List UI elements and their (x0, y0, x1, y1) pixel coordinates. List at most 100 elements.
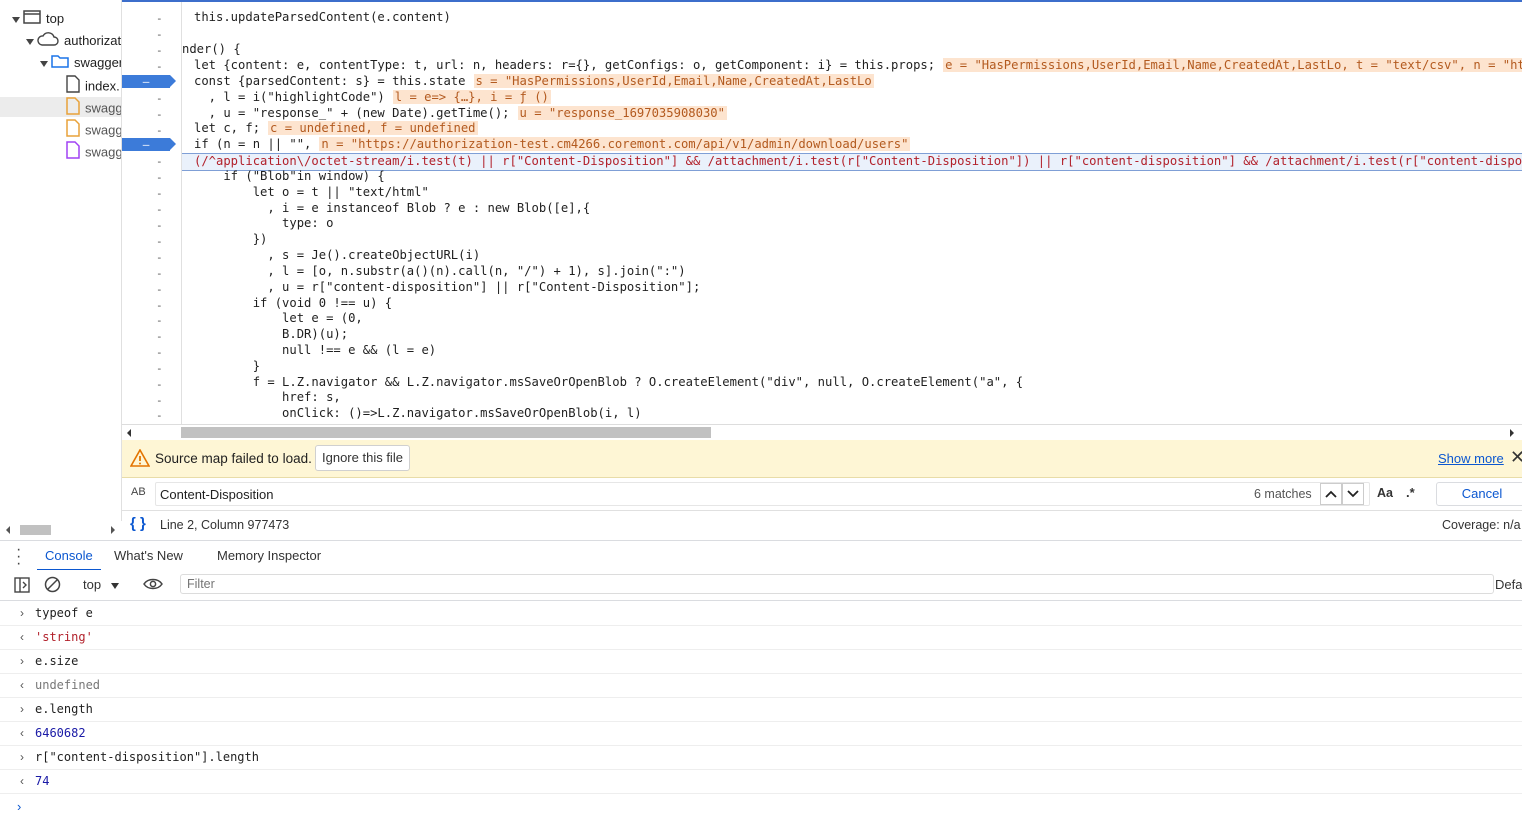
code-editor[interactable]: - - - - – - - - – - - - - - - - - - - - … (122, 0, 1522, 440)
expand-arrow-icon[interactable] (12, 16, 20, 23)
line-gutter[interactable]: - - - - – - - - – - - - - - - - - - - - … (122, 2, 182, 424)
console-prompt-caret[interactable]: › (17, 799, 21, 814)
tab-memory-inspector[interactable]: Memory Inspector (217, 548, 321, 563)
gutter-marker[interactable]: - (156, 345, 164, 360)
code-line: let e = (0, (194, 311, 363, 325)
tree-item-top[interactable]: top (12, 9, 64, 29)
warning-text: Source map failed to load. (155, 451, 312, 466)
sidebar-toggle-icon[interactable] (14, 577, 30, 596)
input-prompt-icon: › (20, 654, 24, 668)
search-input[interactable] (155, 482, 1370, 506)
regex-button[interactable]: .* (1406, 485, 1415, 500)
tree-horizontal-scrollbar[interactable] (0, 521, 121, 539)
live-expression-eye-icon[interactable] (143, 577, 163, 594)
expand-arrow-icon[interactable] (26, 38, 34, 45)
scroll-thumb[interactable] (20, 525, 51, 535)
console-entry: ‹ undefined (0, 673, 1522, 698)
clear-console-icon[interactable] (44, 576, 61, 596)
ignore-file-button[interactable]: Ignore this file (315, 445, 410, 471)
console-result-text[interactable]: 74 (35, 774, 49, 788)
cancel-search-button[interactable]: Cancel (1436, 482, 1522, 506)
tree-item-swagger-js-selected[interactable]: swagg (0, 97, 121, 117)
frame-icon (23, 9, 41, 30)
gutter-marker[interactable]: - (156, 361, 164, 376)
gutter-marker[interactable]: - (156, 266, 164, 281)
console-filter-input[interactable] (180, 574, 1494, 594)
console-result-text[interactable]: undefined (35, 678, 100, 692)
cursor-position: Line 2, Column 977473 (160, 518, 290, 532)
tab-whats-new[interactable]: What's New (114, 548, 183, 563)
inline-value: e = "HasPermissions,UserId,Email,Name,Cr… (943, 58, 1522, 72)
gutter-marker[interactable]: - (156, 377, 164, 392)
tree-item-swagger-js[interactable]: swagg (66, 119, 122, 139)
match-case-button[interactable]: Aa (1377, 486, 1393, 500)
source-map-warning-bar: Source map failed to load. Ignore this f… (122, 440, 1522, 478)
code-line: const {parsedContent: s} = this.state s =… (194, 74, 874, 90)
show-more-link[interactable]: Show more (1438, 451, 1504, 466)
gutter-marker[interactable]: - (156, 234, 164, 249)
context-selector[interactable]: top (83, 577, 119, 592)
drawer-tab-bar: · · · Console What's New Memory Inspector (0, 540, 1522, 572)
tree-item-authorization[interactable]: authorizat (26, 31, 121, 51)
script-file-icon (66, 97, 80, 121)
dropdown-arrow-icon (110, 582, 119, 589)
tree-item-label: swagg (85, 122, 122, 138)
gutter-marker[interactable]: - (156, 250, 164, 265)
expand-arrow-icon[interactable] (40, 60, 48, 67)
console-entry: › r["content-disposition"].length (0, 745, 1522, 770)
breakpoint-marker[interactable]: – (122, 75, 176, 88)
scroll-left-icon[interactable] (127, 429, 131, 437)
coverage-status[interactable]: Coverage: n/a (1442, 518, 1521, 532)
inline-value: u = "response_1697035908030" (517, 106, 727, 120)
gutter-marker[interactable]: - (156, 202, 164, 217)
gutter-marker[interactable]: - (156, 408, 164, 423)
tree-item-swagger-css[interactable]: swagg (66, 141, 121, 161)
pretty-print-icon[interactable]: { } (130, 515, 146, 532)
console-output[interactable]: › typeof e ‹ 'string' › e.size ‹ undefined ›… (0, 601, 1522, 819)
tree-item-label: index. (85, 78, 120, 94)
gutter-marker[interactable]: - (156, 154, 164, 169)
console-entry: ‹ 'string' (0, 625, 1522, 650)
file-tree: top authorizat swagger index. swagg swag… (0, 0, 122, 521)
input-prompt-icon: › (20, 702, 24, 716)
gutter-marker[interactable]: - (156, 186, 164, 201)
console-entry: ‹ 74 (0, 769, 1522, 794)
gutter-marker[interactable]: - (156, 27, 164, 42)
default-levels-dropdown[interactable]: Defa (1495, 577, 1522, 592)
code-content[interactable]: this.updateParsedContent(e.content) nder… (182, 2, 1522, 424)
gutter-marker[interactable]: - (156, 170, 164, 185)
gutter-marker[interactable]: - (156, 282, 164, 297)
gutter-marker[interactable]: - (156, 329, 164, 344)
scroll-right-icon[interactable] (111, 526, 115, 534)
gutter-marker[interactable]: - (156, 298, 164, 313)
scroll-right-icon[interactable] (1510, 429, 1514, 437)
scroll-left-icon[interactable] (6, 526, 10, 534)
gutter-marker[interactable]: - (156, 11, 164, 26)
gutter-marker[interactable]: - (156, 123, 164, 138)
console-input-text: typeof e (35, 606, 93, 620)
close-icon[interactable]: ✕ (1510, 447, 1522, 468)
tree-item-swagger-folder[interactable]: swagger (40, 53, 121, 73)
console-result-text[interactable]: 6460682 (35, 726, 86, 740)
gutter-marker[interactable]: - (156, 107, 164, 122)
code-text: let c, f; (194, 121, 261, 135)
gutter-marker[interactable]: - (156, 59, 164, 74)
gutter-marker[interactable]: - (156, 313, 164, 328)
previous-match-button[interactable] (1320, 483, 1342, 505)
replace-toggle-icon[interactable]: AB (131, 486, 146, 498)
gutter-marker[interactable]: - (156, 218, 164, 233)
tab-console[interactable]: Console (37, 548, 101, 571)
editor-horizontal-scrollbar[interactable] (122, 424, 1522, 440)
gutter-marker[interactable]: - (156, 43, 164, 58)
code-line: , l = [o, n.substr(a()(n).call(n, "/") +… (194, 264, 686, 278)
next-match-button[interactable] (1342, 483, 1364, 505)
console-result-text[interactable]: 'string' (35, 630, 93, 644)
gutter-marker[interactable]: - (156, 91, 164, 106)
more-tabs-icon[interactable]: · · · (16, 542, 21, 572)
code-line: this.updateParsedContent(e.content) (194, 10, 451, 24)
tree-item-index-file[interactable]: index. (66, 75, 120, 95)
scroll-thumb[interactable] (181, 427, 711, 438)
gutter-marker[interactable]: - (156, 393, 164, 408)
code-text: , l = i("highlightCode") (194, 90, 385, 104)
breakpoint-marker[interactable]: – (122, 138, 176, 151)
